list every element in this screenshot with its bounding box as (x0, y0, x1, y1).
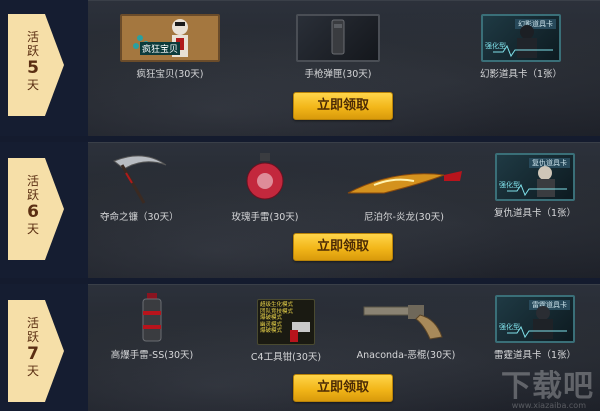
item-label: 雷霆道具卡（1张） (493, 350, 577, 361)
grenade-icon (246, 153, 284, 200)
claim-button[interactable]: 立即领取 (293, 233, 393, 261)
reward-item[interactable]: 手枪弹匣(30天) (294, 14, 382, 80)
soldier-icon (507, 306, 567, 339)
reward-panel: 夺命之镰（30天） 玫瑰手雷(30天) 尼泊尔-炎龙(30天) 复仇道具卡 强化… (88, 142, 600, 278)
scythe-image (104, 151, 174, 205)
marker-day-number: 6 (27, 202, 39, 222)
marker-text-top: 活 (26, 30, 39, 44)
reward-row-day5: 活 跃 5 天 疯狂宝贝 疯狂宝贝(30天) 手枪弹匣(30天) 幻影道具卡 强… (0, 0, 600, 136)
day-marker: 活 跃 5 天 (0, 0, 88, 136)
marker-day-number: 5 (27, 58, 39, 78)
reward-item[interactable]: 夺命之镰（30天） (100, 151, 179, 223)
item-label: 夺命之镰（30天） (100, 212, 179, 223)
knife-icon (347, 171, 462, 194)
magazine-icon (331, 19, 345, 55)
day-marker-arrow: 活 跃 5 天 (8, 14, 64, 116)
watermark-url: www.xiazaiba.com (511, 401, 586, 410)
claim-button[interactable]: 立即领取 (293, 374, 393, 402)
reward-item[interactable]: 疯狂宝贝 疯狂宝贝(30天) (110, 14, 230, 80)
pliers-icon (290, 322, 310, 342)
overlay-label: 疯狂宝贝 (140, 42, 181, 55)
crazy-baby-image: 疯狂宝贝 (120, 14, 220, 62)
marker-text-mid: 跃 (26, 44, 39, 58)
marker-text-bot: 天 (26, 222, 39, 236)
item-label: 复仇道具卡（1张） (493, 208, 577, 219)
item-label: 手枪弹匣(30天) (304, 69, 372, 80)
item-label: 幻影道具卡（1张） (479, 69, 563, 80)
item-label: C4工具钳(30天) (250, 352, 322, 363)
reward-item[interactable]: 高爆手雷-SS(30天) (104, 291, 200, 361)
marker-text-top: 活 (26, 316, 39, 330)
item-label: 高爆手雷-SS(30天) (110, 350, 194, 361)
reward-item[interactable]: 尼泊尔-炎龙(30天) (340, 161, 468, 223)
pistol-magazine-image (296, 14, 380, 62)
nepal-dragon-knife-image (344, 161, 464, 205)
marker-text-mid: 跃 (26, 330, 39, 344)
grenade-icon (142, 293, 162, 342)
item-label: Anaconda-恶棍(30天) (356, 350, 456, 361)
marker-text-top: 活 (26, 174, 39, 188)
revenge-card-image: 复仇道具卡 强化型 (495, 153, 575, 201)
reward-panel: 疯狂宝贝 疯狂宝贝(30天) 手枪弹匣(30天) 幻影道具卡 强化型 幻影道具卡… (88, 0, 600, 136)
item-label: 尼泊尔-炎龙(30天) (364, 212, 444, 223)
day-marker: 活 跃 7 天 (0, 284, 88, 411)
soldier-icon (507, 166, 567, 197)
marker-text-bot: 天 (26, 364, 39, 378)
reward-item[interactable]: 复仇道具卡 强化型 复仇道具卡（1张） (488, 153, 582, 219)
revolver-icon (363, 305, 443, 340)
item-label: 疯狂宝贝(30天) (136, 69, 204, 80)
day-marker-arrow: 活 跃 6 天 (8, 158, 64, 260)
reward-item[interactable]: 玫瑰手雷(30天) (222, 151, 308, 223)
watermark-logo: 下载吧 (501, 369, 594, 404)
reward-item[interactable]: 雷霆道具卡 强化型 雷霆道具卡（1张） (488, 295, 582, 361)
day-marker: 活 跃 6 天 (0, 142, 88, 278)
marker-day-number: 7 (27, 344, 39, 364)
reward-item[interactable]: Anaconda-恶棍(30天) (344, 299, 468, 361)
item-label: 玫瑰手雷(30天) (231, 212, 299, 223)
reward-item[interactable]: 幻影道具卡 强化型 幻影道具卡（1张） (474, 14, 568, 80)
marker-text-mid: 跃 (26, 188, 39, 202)
c4-tool-image: 超级生化模式 团队竞技模式 爆破模式 幽灵模式 爆破模式 (257, 299, 315, 345)
thunder-card-image: 雷霆道具卡 强化型 (495, 295, 575, 343)
soldier-icon (493, 25, 553, 58)
anaconda-revolver-image (358, 299, 454, 343)
day-marker-arrow: 活 跃 7 天 (8, 300, 64, 402)
reward-item[interactable]: 超级生化模式 团队竞技模式 爆破模式 幽灵模式 爆破模式 C4工具钳(30天) (242, 299, 330, 363)
marker-text-bot: 天 (26, 78, 39, 92)
scythe-icon (113, 155, 167, 204)
claim-button[interactable]: 立即领取 (293, 92, 393, 120)
he-grenade-image (135, 291, 169, 343)
phantom-card-image: 幻影道具卡 强化型 (481, 14, 561, 62)
reward-row-day6: 活 跃 6 天 夺命之镰（30天） 玫瑰手雷(30天) 尼泊尔-炎龙(30天) … (0, 142, 600, 278)
rose-grenade-image (242, 151, 288, 205)
